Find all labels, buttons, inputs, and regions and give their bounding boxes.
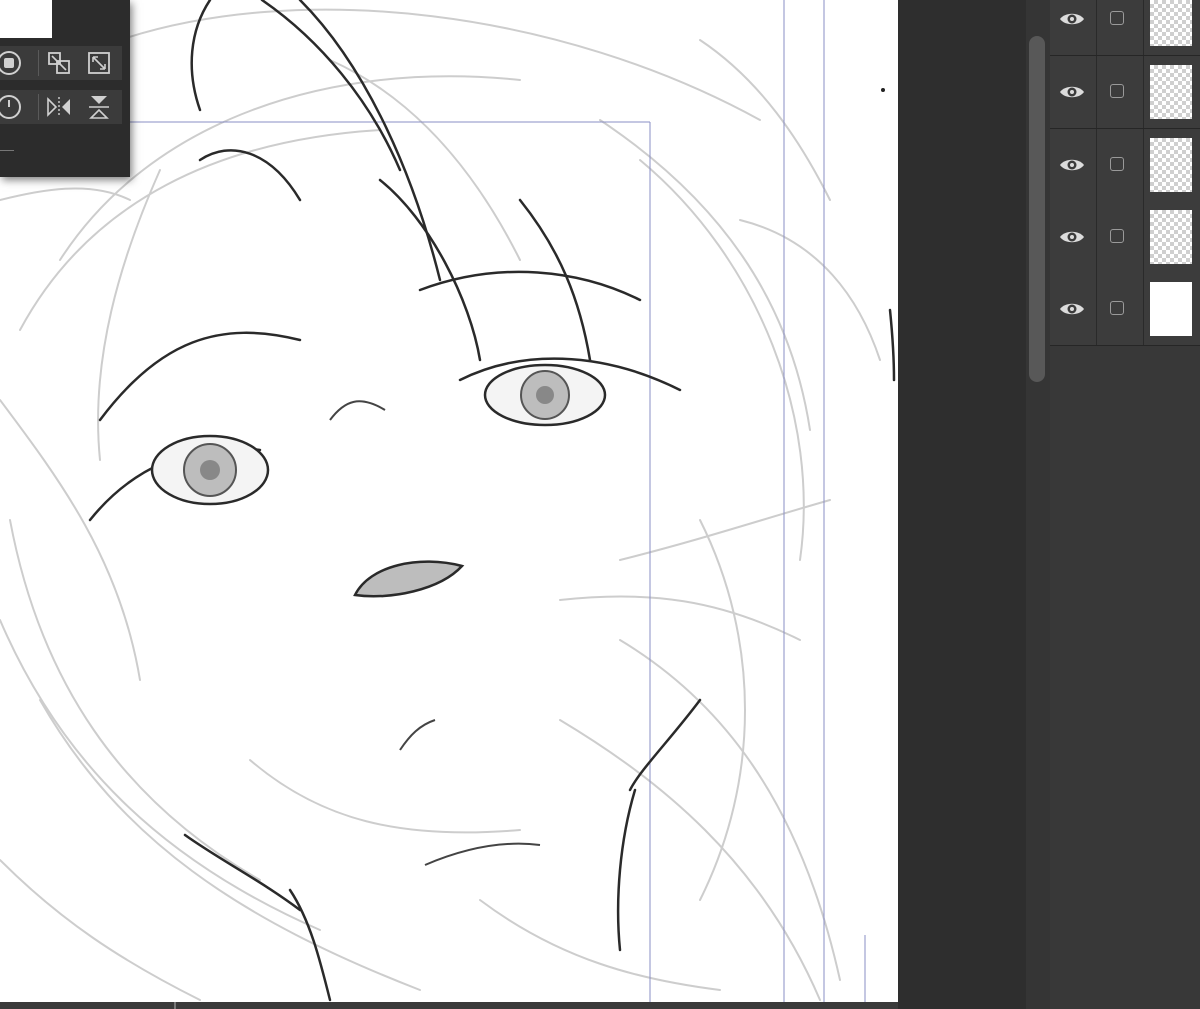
- layer-checkbox[interactable]: [1110, 84, 1124, 98]
- layer-select-column: [1097, 56, 1144, 128]
- color-preview[interactable]: [0, 0, 52, 38]
- artwork-sketch: [0, 0, 896, 1002]
- layer-select-column: [1097, 0, 1144, 55]
- rotate-dial-icon: [0, 95, 21, 119]
- layers-panel: [1050, 0, 1200, 1009]
- layer-row[interactable]: [1050, 129, 1200, 202]
- layer-thumbnail[interactable]: [1150, 210, 1192, 264]
- layer-thumbnail[interactable]: [1150, 0, 1192, 46]
- palette-divider: [0, 150, 14, 151]
- layer-checkbox[interactable]: [1110, 229, 1124, 243]
- resize-arrows-icon: [48, 52, 70, 74]
- tool-row-2: [0, 90, 122, 124]
- eye-icon: [1060, 86, 1084, 98]
- app-window: [0, 0, 1200, 1009]
- layer-checkbox[interactable]: [1110, 157, 1124, 171]
- layer-thumbnail[interactable]: [1150, 65, 1192, 119]
- vertical-scrollbar-thumb[interactable]: [1029, 36, 1045, 382]
- tool-separator: [38, 50, 39, 76]
- layer-checkbox[interactable]: [1110, 11, 1124, 25]
- expand-button[interactable]: [84, 49, 114, 77]
- eye-icon: [1060, 13, 1084, 25]
- layer-thumbnail[interactable]: [1150, 282, 1192, 336]
- layer-select-column: [1097, 273, 1144, 345]
- layer-thumbnail[interactable]: [1150, 138, 1192, 192]
- flip-horizontal-icon: [47, 97, 70, 117]
- stop-circle-icon: [0, 51, 21, 75]
- layer-select-column: [1097, 129, 1144, 201]
- workspace-gutter: [898, 0, 1026, 1009]
- flip-vertical-button[interactable]: [84, 93, 114, 121]
- rotate-button[interactable]: [0, 93, 24, 121]
- tool-row-1: [0, 46, 122, 80]
- layer-visibility-toggle[interactable]: [1050, 201, 1097, 273]
- flip-horizontal-button[interactable]: [44, 93, 74, 121]
- stop-circle-button[interactable]: [0, 49, 24, 77]
- resize-button[interactable]: [44, 49, 74, 77]
- expand-icon: [88, 52, 110, 74]
- layer-row[interactable]: [1050, 273, 1200, 346]
- layer-select-column: [1097, 201, 1144, 273]
- transform-tool-palette: [0, 0, 130, 177]
- layer-visibility-toggle[interactable]: [1050, 273, 1097, 345]
- tool-separator: [38, 94, 39, 120]
- layer-row[interactable]: [1050, 0, 1200, 56]
- horizontal-scrollbar[interactable]: [0, 1002, 898, 1009]
- layer-visibility-toggle[interactable]: [1050, 129, 1097, 201]
- drawing-canvas[interactable]: [0, 0, 898, 1002]
- scrollbar-marker: [174, 1002, 176, 1009]
- eye-icon: [1060, 303, 1084, 315]
- eye-icon: [1060, 159, 1084, 171]
- layer-visibility-toggle[interactable]: [1050, 0, 1097, 55]
- layer-visibility-toggle[interactable]: [1050, 56, 1097, 128]
- eye-icon: [1060, 231, 1084, 243]
- layer-checkbox[interactable]: [1110, 301, 1124, 315]
- layer-row[interactable]: [1050, 56, 1200, 129]
- flip-vertical-icon: [89, 96, 109, 119]
- layer-row[interactable]: [1050, 201, 1200, 274]
